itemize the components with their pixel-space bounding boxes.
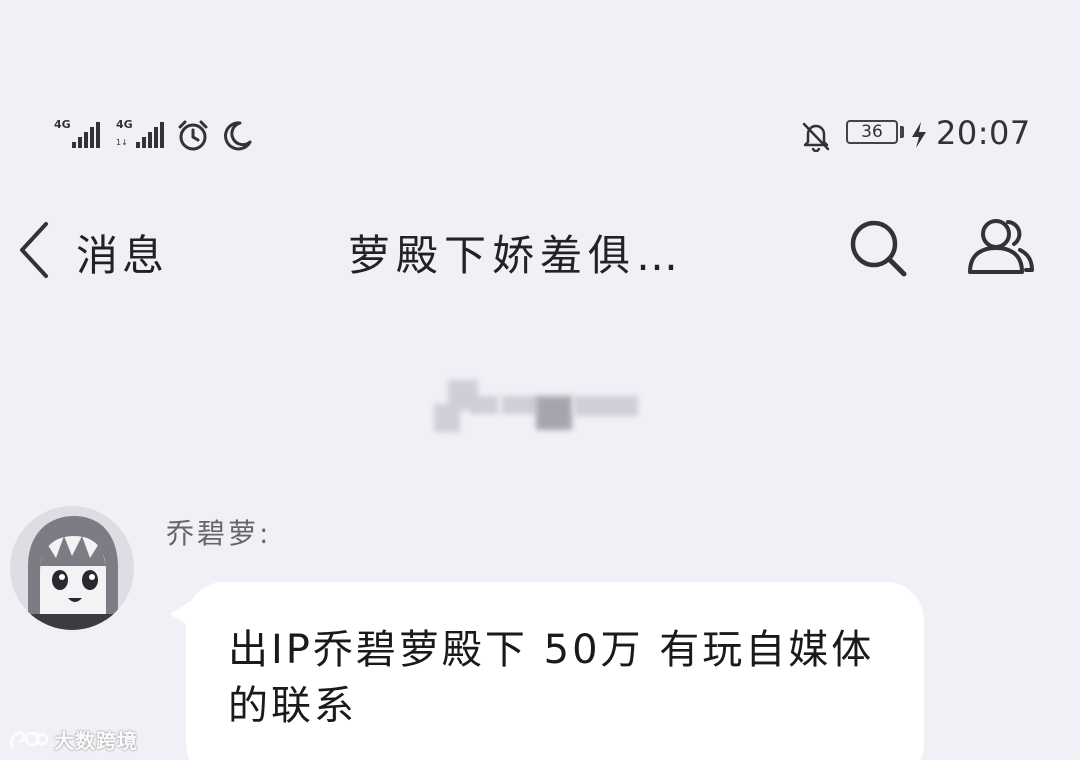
blurred-system-notice	[370, 360, 770, 450]
battery-tip	[900, 126, 904, 138]
sim2-network-label: 4G	[116, 118, 133, 131]
charging-icon	[912, 122, 926, 148]
blur-block	[574, 396, 638, 416]
message-text: 出IP乔碧萝殿下 50万 有玩自媒体的联系	[228, 627, 875, 729]
watermark-text: 大数跨境	[54, 728, 138, 753]
chat-title: 萝殿下娇羞俱…	[348, 231, 685, 280]
sim2-data-indicator: 1↓	[116, 138, 128, 147]
bell-muted-icon	[802, 122, 830, 152]
back-label[interactable]: 消息	[76, 222, 168, 283]
chat-screen: 4G 4G 1↓ 36 20:07 消息 萝殿下娇羞俱… 乔碧萝: 出IP乔碧萝…	[0, 0, 1080, 760]
chat-nav-bar: 消息 萝殿下娇羞俱…	[0, 200, 1080, 310]
blur-block	[502, 396, 538, 414]
watermark-logo-icon	[10, 731, 48, 749]
group-members-icon[interactable]	[964, 212, 1038, 280]
watermark: 大数跨境	[8, 722, 138, 756]
blur-block	[536, 396, 572, 430]
avatar[interactable]	[10, 506, 134, 630]
status-time: 20:07	[936, 114, 1031, 152]
signal-icon	[72, 122, 100, 148]
sim1-network-label: 4G	[54, 118, 71, 131]
search-icon[interactable]	[846, 216, 910, 280]
moon-icon	[224, 121, 252, 151]
sender-name: 乔碧萝:	[166, 517, 272, 550]
avatar-portrait	[10, 506, 134, 630]
blur-block	[434, 404, 460, 432]
signal-icon	[136, 122, 164, 148]
back-chevron-icon[interactable]	[14, 218, 54, 282]
alarm-icon	[178, 120, 208, 151]
blur-block	[470, 396, 498, 414]
status-bar: 4G 4G 1↓ 36 20:07	[0, 110, 1080, 160]
battery-level: 36	[861, 122, 883, 142]
battery-icon: 36	[846, 120, 898, 144]
